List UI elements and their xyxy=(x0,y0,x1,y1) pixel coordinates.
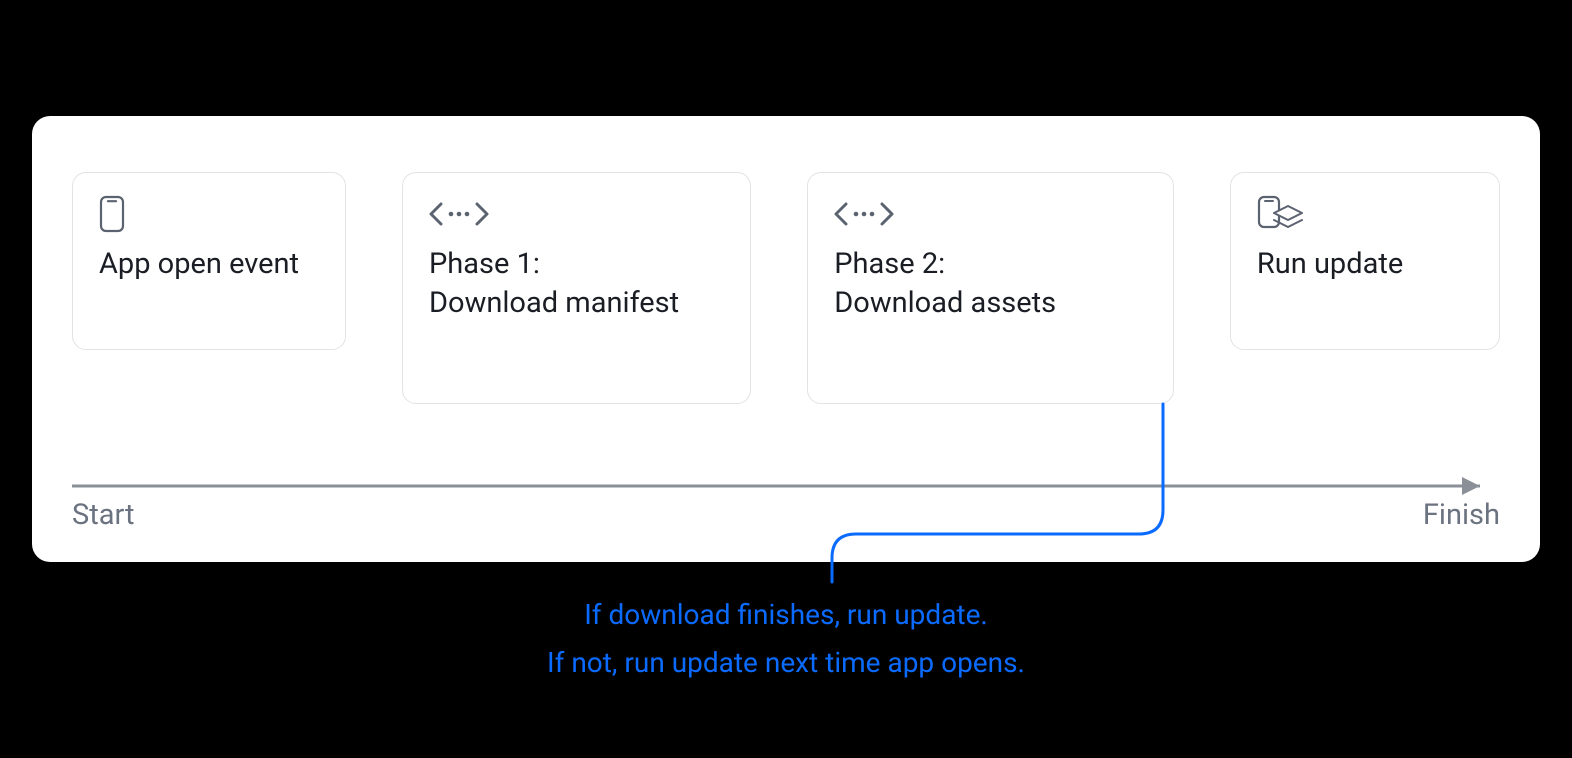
phone-layers-icon xyxy=(1257,195,1473,233)
timeline-arrow xyxy=(72,466,1500,506)
card-phase-2: Phase 2:Download assets xyxy=(807,172,1174,404)
annotation-text: If download finishes, run update. If not… xyxy=(0,594,1572,684)
start-label: Start xyxy=(72,498,135,532)
card-run-update: Run update xyxy=(1230,172,1500,350)
phone-icon xyxy=(99,195,319,233)
code-dots-icon xyxy=(834,195,1147,233)
finish-label: Finish xyxy=(1423,498,1500,532)
annotation-line-1: If download finishes, run update. xyxy=(0,594,1572,636)
card-label: Phase 2:Download assets xyxy=(834,245,1147,323)
annotation-line-2: If not, run update next time app opens. xyxy=(0,642,1572,684)
card-label: Phase 1:Download manifest xyxy=(429,245,724,323)
diagram-canvas: App open event Phase 1:Download manifest xyxy=(32,116,1540,562)
card-label: Run update xyxy=(1257,245,1473,284)
card-label: App open event xyxy=(99,245,319,284)
card-app-open: App open event xyxy=(72,172,346,350)
code-dots-icon xyxy=(429,195,724,233)
card-row: App open event Phase 1:Download manifest xyxy=(72,172,1500,404)
card-phase-1: Phase 1:Download manifest xyxy=(402,172,751,404)
